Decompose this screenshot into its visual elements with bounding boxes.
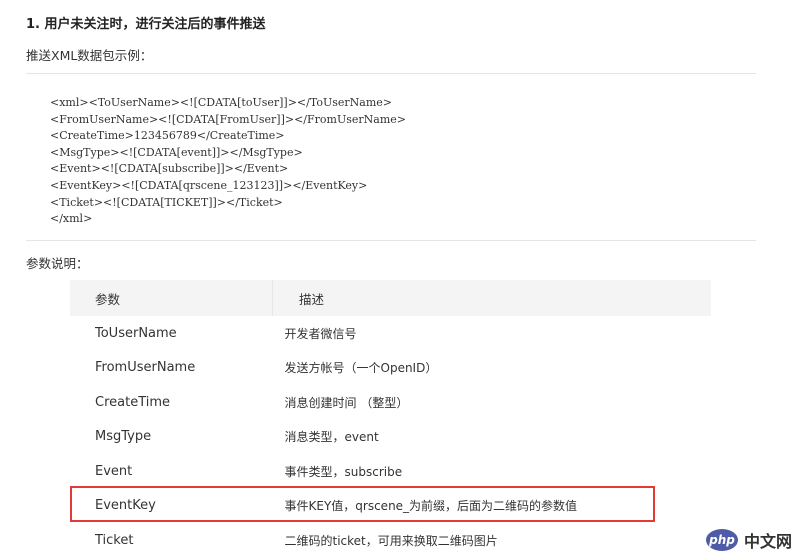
param-name: Ticket xyxy=(95,532,134,548)
divider-top xyxy=(26,73,756,74)
table-row: MsgType 消息类型，event xyxy=(70,420,711,455)
code-line: <Event><![CDATA[subscribe]]></Event> xyxy=(50,162,289,176)
section-heading: 1. 用户未关注时，进行关注后的事件推送 xyxy=(26,17,266,32)
code-line: <xml><ToUserName><![CDATA[toUser]]></ToU… xyxy=(50,96,392,109)
eventkey-highlight-box xyxy=(70,486,655,522)
table-row: Ticket 二维码的ticket，可用来换取二维码图片 xyxy=(70,523,711,558)
table-header-row: 参数 描述 xyxy=(70,280,711,316)
table-row: Event 事件类型，subscribe xyxy=(70,454,711,489)
param-desc: 消息创建时间 （整型） xyxy=(284,395,409,410)
xml-code-block: <xml><ToUserName><![CDATA[toUser]]></ToU… xyxy=(50,95,406,228)
code-line: <MsgType><![CDATA[event]]></MsgType> xyxy=(50,145,303,159)
param-name: CreateTime xyxy=(95,394,171,410)
table-row: FromUserName 发送方帐号（一个OpenID） xyxy=(70,351,711,386)
param-desc: 二维码的ticket，可用来换取二维码图片 xyxy=(284,533,498,548)
watermark-text: 中文网 xyxy=(744,532,793,551)
param-desc: 开发者微信号 xyxy=(284,326,357,341)
xml-example-label: 推送XML数据包示例： xyxy=(26,48,153,63)
param-name: FromUserName xyxy=(95,360,196,376)
table-row: CreateTime 消息创建时间 （整型） xyxy=(70,385,711,420)
param-name: ToUserName xyxy=(95,325,177,341)
code-line: <CreateTime>123456789</CreateTime> xyxy=(50,129,285,143)
code-line: <FromUserName><![CDATA[FromUser]]></From… xyxy=(50,112,406,126)
header-param: 参数 xyxy=(70,280,273,316)
table-row: ToUserName 开发者微信号 xyxy=(70,316,711,351)
param-desc: 事件类型，subscribe xyxy=(284,464,403,479)
code-line: <EventKey><![CDATA[qrscene_123123]]></Ev… xyxy=(50,178,368,192)
code-line: <Ticket><![CDATA[TICKET]]></Ticket> xyxy=(50,195,283,209)
param-desc: 消息类型，event xyxy=(284,430,379,445)
divider-bottom xyxy=(26,240,756,241)
header-description: 描述 xyxy=(272,280,711,316)
php-logo-icon: php xyxy=(706,529,738,551)
param-name: MsgType xyxy=(95,429,152,445)
param-desc: 发送方帐号（一个OpenID） xyxy=(284,361,438,376)
params-label: 参数说明： xyxy=(26,256,89,271)
param-name: Event xyxy=(95,463,133,479)
watermark: php 中文网 xyxy=(706,526,792,554)
code-line: </xml> xyxy=(50,212,93,226)
